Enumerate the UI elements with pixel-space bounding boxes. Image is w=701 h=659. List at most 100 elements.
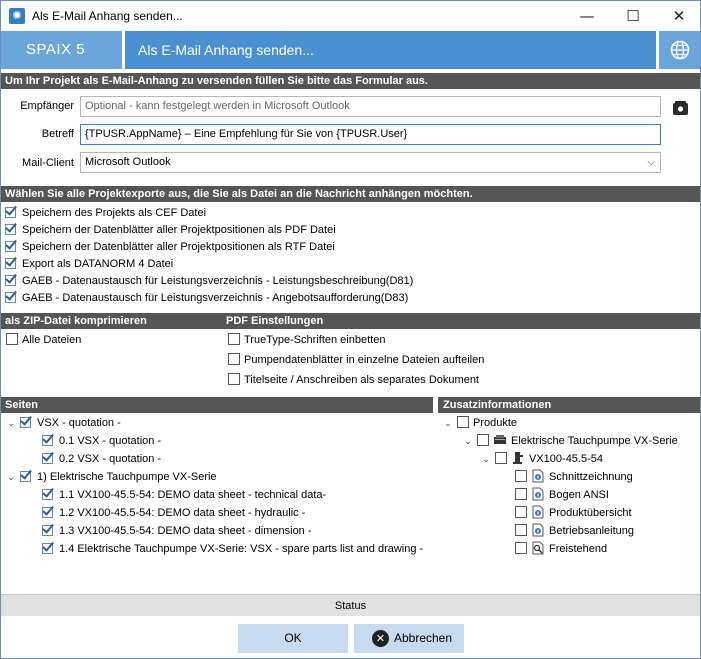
pdf-setting-label: Pumpendatenblätter in einzelne Dateien a… [244, 354, 485, 366]
mailclient-select[interactable]: Microsoft Outlook ⌵ [80, 152, 661, 173]
pages-tree: ⌄ VSX - quotation - 0.1 VSX - quotation - 0… [6, 413, 432, 558]
tree-node[interactable]: Bogen ANSI [443, 486, 701, 504]
pdf-setting-item[interactable]: Titelseite / Anschreiben als separates D… [228, 372, 528, 389]
tree-node[interactable]: 0.2 VSX - quotation - [6, 449, 432, 468]
chevron-down-icon[interactable]: ⌄ [463, 433, 473, 451]
pdf-heading: PDF Einstellungen [226, 315, 324, 327]
zip-all-files-label: Alle Dateien [22, 334, 82, 346]
cancel-button[interactable]: ✕ Abbrechen [354, 624, 464, 653]
tree-node[interactable]: ⌄ Elektrische Tauchpumpe VX-Serie [443, 432, 701, 450]
checkbox[interactable] [20, 413, 34, 429]
chevron-down-icon[interactable]: ⌄ [6, 415, 16, 433]
tree-node[interactable]: ⌄ 1) Elektrische Tauchpumpe VX-Serie [6, 467, 432, 487]
header-band: SPAIX 5 Als E-Mail Anhang senden... [0, 31, 701, 69]
pages-heading: Seiten [0, 397, 433, 413]
export-item[interactable]: Speichern der Datenblätter aller Projekt… [5, 237, 695, 256]
checkbox[interactable] [42, 431, 56, 447]
export-item[interactable]: GAEB - Datenaustausch für Leistungsverze… [5, 288, 695, 307]
checkbox[interactable] [228, 353, 240, 365]
tree-node-label: 1) Elektrische Tauchpumpe VX-Serie [37, 471, 217, 483]
tree-node-label: Schnittzeichnung [549, 471, 633, 483]
tree-node[interactable]: Betriebsanleitung [443, 522, 701, 540]
mailclient-value: Microsoft Outlook [85, 156, 171, 168]
checkbox[interactable] [5, 237, 19, 253]
tree-node-label: 0.2 VSX - quotation - [59, 453, 162, 465]
checkbox[interactable] [42, 485, 56, 501]
pdf-setting-item[interactable]: TrueType-Schriften einbetten [228, 332, 528, 349]
chevron-down-icon[interactable]: ⌄ [481, 451, 491, 469]
minimize-button[interactable]: — [564, 1, 610, 31]
tree-node[interactable]: Freistehend [443, 540, 701, 558]
checkbox[interactable] [515, 506, 527, 518]
tree-node-label: 0.1 VSX - quotation - [59, 435, 162, 447]
close-button[interactable]: ✕ [656, 1, 701, 31]
window-title: Als E-Mail Anhang senden... [32, 9, 183, 23]
intro-bar: Um Ihr Projekt als E-Mail-Anhang zu vers… [0, 73, 701, 89]
tree-node[interactable]: 1.4 Elektrische Tauchpumpe VX-Serie: VSX… [6, 539, 432, 558]
ok-button[interactable]: OK [238, 624, 348, 653]
export-item-label: GAEB - Datenaustausch für Leistungsverze… [22, 275, 414, 287]
address-book-icon[interactable] [672, 100, 689, 116]
checkbox[interactable] [515, 470, 527, 482]
export-item-label: GAEB - Datenaustausch für Leistungsverze… [22, 292, 409, 304]
checkbox[interactable] [42, 539, 56, 555]
pdf-setting-label: Titelseite / Anschreiben als separates D… [244, 374, 479, 386]
window-titlebar: ✺ Als E-Mail Anhang senden... — ☐ ✕ [0, 0, 701, 31]
pdf-setting-item[interactable]: Pumpendatenblätter in einzelne Dateien a… [228, 352, 528, 369]
tree-node-label: 1.1 VX100-45.5-54: DEMO data sheet - tec… [59, 489, 327, 501]
export-item-label: Speichern der Datenblätter aller Projekt… [22, 241, 335, 253]
tree-node[interactable]: 0.1 VSX - quotation - [6, 431, 432, 450]
tree-node-label: 1.3 VX100-45.5-54: DEMO data sheet - dim… [59, 525, 312, 537]
maximize-button[interactable]: ☐ [610, 1, 656, 31]
export-item[interactable]: Speichern des Projekts als CEF Datei [5, 203, 695, 222]
recipient-label: Empfänger [20, 100, 74, 112]
checkbox[interactable] [42, 521, 56, 537]
tree-node[interactable]: ⌄ VSX - quotation - [6, 413, 432, 433]
tree-node[interactable]: Produktübersicht [443, 504, 701, 522]
zip-heading: als ZIP-Datei komprimieren [5, 315, 147, 327]
checkbox[interactable] [228, 373, 240, 385]
chevron-down-icon[interactable]: ⌄ [6, 469, 16, 487]
checkbox[interactable] [495, 452, 507, 464]
checkbox[interactable] [6, 333, 18, 345]
extra-tree: ⌄ Produkte ⌄ Elektrische Tauchpumpe VX-Seri… [443, 414, 701, 558]
checkbox[interactable] [515, 488, 527, 500]
tree-node-label: Elektrische Tauchpumpe VX-Serie [511, 435, 678, 447]
checkbox[interactable] [5, 203, 19, 219]
chevron-down-icon[interactable]: ⌄ [443, 415, 453, 433]
checkbox[interactable] [5, 254, 19, 270]
checkbox[interactable] [228, 333, 240, 345]
document-search-icon [531, 541, 545, 555]
tree-node-label: Freistehend [549, 543, 608, 555]
checkbox[interactable] [20, 467, 34, 483]
export-item-label: Speichern des Projekts als CEF Datei [22, 207, 207, 219]
export-item[interactable]: Speichern der Datenblätter aller Projekt… [5, 220, 695, 239]
checkbox[interactable] [5, 288, 19, 304]
recipient-input[interactable]: Optional - kann festgelegt werden in Mic… [80, 96, 661, 117]
exports-heading: Wählen Sie alle Projektexporte aus, die … [0, 186, 701, 202]
document-info-icon [531, 505, 545, 519]
subject-input[interactable]: {TPUSR.AppName} – Eine Empfehlung für Si… [80, 124, 661, 145]
export-item[interactable]: Export als DATANORM 4 Datei [5, 254, 695, 273]
globe-icon[interactable] [659, 31, 701, 69]
exports-list: Speichern des Projekts als CEF Datei Spei… [5, 203, 695, 307]
tree-node[interactable]: Schnittzeichnung [443, 468, 701, 486]
tree-node[interactable]: 1.1 VX100-45.5-54: DEMO data sheet - tec… [6, 485, 432, 504]
checkbox[interactable] [42, 449, 56, 465]
tree-node[interactable]: ⌄ VX100-45.5-54 [443, 450, 701, 468]
tree-node[interactable]: 1.3 VX100-45.5-54: DEMO data sheet - dim… [6, 521, 432, 540]
checkbox[interactable] [515, 542, 527, 554]
tree-node[interactable]: ⌄ Produkte [443, 414, 701, 432]
checkbox[interactable] [5, 220, 19, 236]
checkbox[interactable] [477, 434, 489, 446]
checkbox[interactable] [5, 271, 19, 287]
zip-all-files-checkbox[interactable]: Alle Dateien [6, 332, 81, 349]
pdf-setting-label: TrueType-Schriften einbetten [244, 334, 386, 346]
checkbox[interactable] [42, 503, 56, 519]
checkbox[interactable] [515, 524, 527, 536]
checkbox[interactable] [457, 416, 469, 428]
cancel-icon: ✕ [372, 630, 389, 647]
export-item[interactable]: GAEB - Datenaustausch für Leistungsverze… [5, 271, 695, 290]
tree-node[interactable]: 1.2 VX100-45.5-54: DEMO data sheet - hyd… [6, 503, 432, 522]
header-divider [122, 31, 125, 69]
